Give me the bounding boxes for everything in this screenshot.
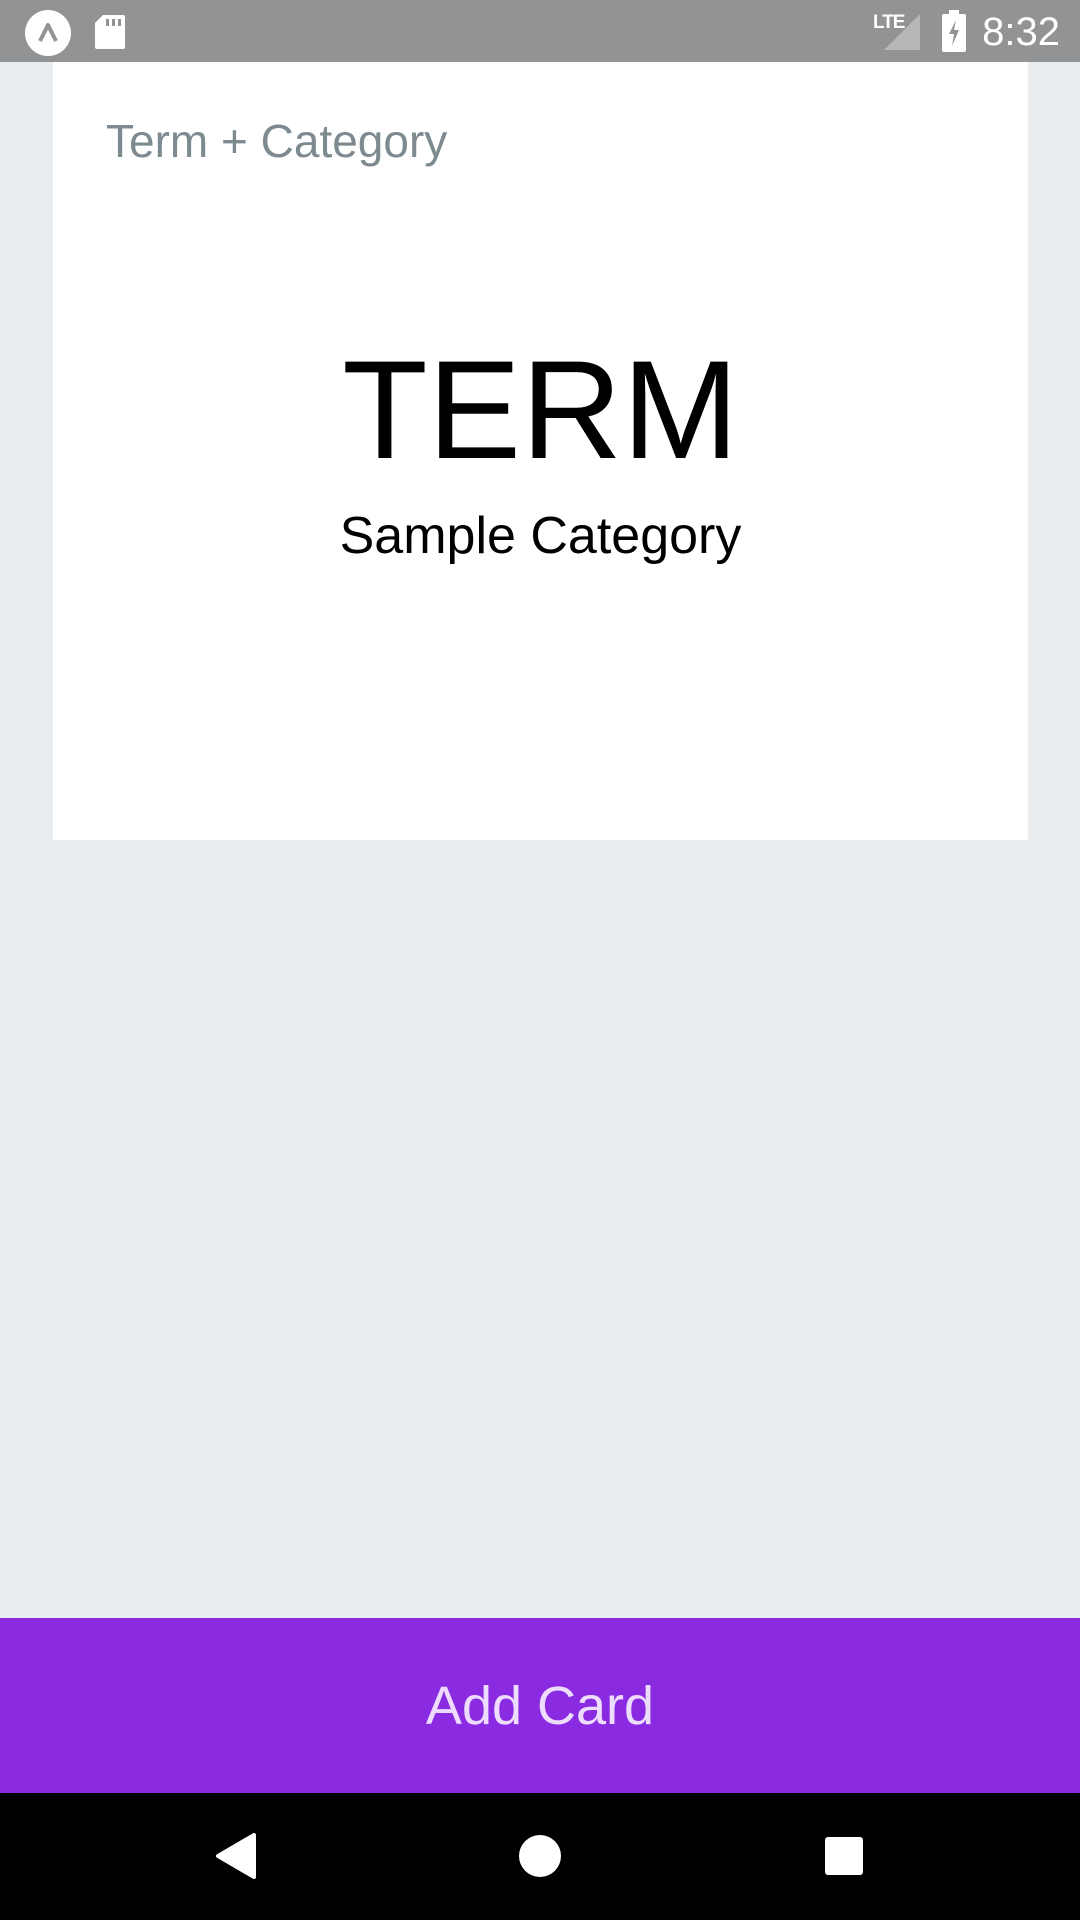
status-bar: LTE 8:32 [0, 0, 1080, 62]
card-header: Term + Category [106, 115, 448, 167]
app-notification-icon [25, 10, 71, 56]
home-icon[interactable] [505, 1821, 575, 1891]
battery-charging-icon [940, 10, 968, 52]
sd-card-icon [93, 13, 127, 51]
card-term: TERM [342, 331, 739, 488]
card-category: Sample Category [339, 507, 742, 565]
add-card-button[interactable]: Add Card [0, 1618, 1080, 1793]
flash-card[interactable]: Term + Category TERM Sample Category [53, 62, 1028, 840]
status-clock: 8:32 [982, 10, 1060, 54]
navigation-bar [0, 1793, 1080, 1920]
back-icon[interactable] [201, 1821, 271, 1891]
recents-icon[interactable] [809, 1821, 879, 1891]
signal-icon [882, 12, 922, 52]
